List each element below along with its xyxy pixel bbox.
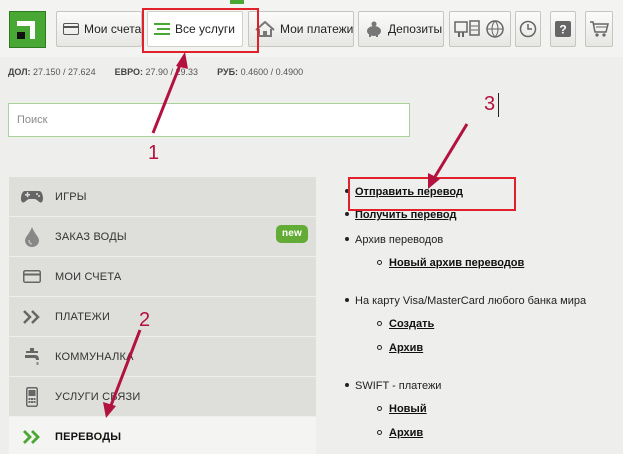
text-cursor <box>498 93 499 117</box>
menu-item-label: ИГРЫ <box>55 190 87 203</box>
active-tab-indicator <box>230 0 244 4</box>
swift-archive-link[interactable]: Архив <box>389 427 423 439</box>
annotation-number-3: 3 <box>484 93 496 115</box>
menu-item-games[interactable]: ИГРЫ <box>9 177 316 216</box>
faucet-icon <box>9 347 55 367</box>
menu-item-label: УСЛУГИ СВЯЗИ <box>55 390 141 403</box>
list-item: Архив <box>377 427 423 439</box>
new-badge: new <box>275 225 308 243</box>
bullet <box>345 383 349 388</box>
new-archive-link[interactable]: Новый архив переводов <box>389 257 524 269</box>
services-icon <box>454 20 504 38</box>
eur-value: 27.90 / 29.33 <box>145 67 199 77</box>
help-icon: ? <box>555 21 571 37</box>
list-item: На карту Visa/MasterCard любого банка ми… <box>345 295 586 307</box>
bullet <box>377 405 382 411</box>
menu-item-transfers[interactable]: ПЕРЕВОДЫ <box>9 417 316 454</box>
annotation-box-send-transfer <box>348 177 516 211</box>
eur-label: ЕВРО: <box>114 67 143 77</box>
usd-value: 27.150 / 27.624 <box>33 67 96 77</box>
card-archive-link[interactable]: Архив <box>389 342 423 354</box>
menu-item-label: ЗАКАЗ ВОДЫ <box>55 230 127 243</box>
services-button[interactable] <box>449 11 511 47</box>
bullet <box>377 320 382 326</box>
search-input[interactable] <box>8 103 410 137</box>
clock-button[interactable] <box>515 11 541 47</box>
logo-icon <box>17 21 35 39</box>
archive-heading: Архив переводов <box>355 234 444 246</box>
card-icon <box>63 23 79 35</box>
piggy-bank-icon <box>365 21 383 37</box>
menu-item-utilities[interactable]: КОММУНАЛКА <box>9 337 316 376</box>
swift-heading: SWIFT - платежи <box>355 380 442 392</box>
rub-label: РУБ: <box>217 67 239 77</box>
bullet <box>377 259 382 265</box>
list-item: SWIFT - платежи <box>345 380 441 392</box>
tab-deposits[interactable]: Депозиты <box>358 11 444 47</box>
list-item: Архив <box>377 342 423 354</box>
bullet <box>377 344 382 350</box>
tab-label: Депозиты <box>388 22 443 36</box>
tab-my-accounts[interactable]: Мои счета <box>56 11 142 47</box>
list-item: Новый архив переводов <box>377 257 524 269</box>
svg-text:?: ? <box>559 23 566 37</box>
menu-item-telecom[interactable]: УСЛУГИ СВЯЗИ <box>9 377 316 416</box>
bullet <box>345 298 349 303</box>
double-chevron-icon <box>9 309 55 325</box>
arrow-3-shaft <box>431 123 469 181</box>
menu-item-label: ПЕРЕВОДЫ <box>55 430 122 443</box>
exchange-rates: ДОЛ: 27.150 / 27.624 ЕВРО: 27.90 / 29.33… <box>8 67 303 77</box>
annotation-box-all-services <box>142 8 259 53</box>
usd-label: ДОЛ: <box>8 67 31 77</box>
tab-my-payments[interactable]: Мои платежи <box>248 11 354 47</box>
phone-icon <box>9 386 55 407</box>
bank-logo[interactable] <box>9 11 46 48</box>
card-transfer-heading: На карту Visa/MasterCard любого банка ми… <box>355 295 587 307</box>
tab-label: Мои счета <box>84 22 142 36</box>
top-toolbar: Мои счета Все услуги Мои платежи Депозит… <box>0 0 623 57</box>
bullet <box>345 212 349 217</box>
list-item: Новый <box>377 403 427 415</box>
gamepad-icon <box>9 190 55 204</box>
cart-button[interactable] <box>585 11 613 47</box>
cart-icon <box>590 21 609 37</box>
menu-item-label: КОММУНАЛКА <box>55 350 134 363</box>
menu-item-water-order[interactable]: ЗАКАЗ ВОДЫ new <box>9 217 316 256</box>
clock-icon <box>519 20 537 38</box>
menu-item-label: МОИ СЧЕТА <box>55 270 122 283</box>
annotation-number-2: 2 <box>139 309 151 331</box>
bullet <box>345 237 349 242</box>
menu-item-my-accounts[interactable]: МОИ СЧЕТА <box>9 257 316 296</box>
card-create-link[interactable]: Создать <box>389 318 434 330</box>
rub-value: 0.4600 / 0.4900 <box>240 67 304 77</box>
list-item: Архив переводов <box>345 234 443 246</box>
card-icon <box>9 270 55 283</box>
services-menu: ИГРЫ ЗАКАЗ ВОДЫ new МОИ СЧЕТА ПЛАТЕЖИ КО… <box>9 177 316 454</box>
bullet <box>377 429 382 435</box>
annotation-number-1: 1 <box>148 142 160 164</box>
help-button[interactable]: ? <box>550 11 576 47</box>
tab-label: Мои платежи <box>280 22 354 36</box>
swift-new-link[interactable]: Новый <box>389 403 427 415</box>
water-drop-icon <box>9 226 55 247</box>
double-chevron-green-icon <box>9 429 55 445</box>
menu-item-label: ПЛАТЕЖИ <box>55 310 111 323</box>
menu-item-payments[interactable]: ПЛАТЕЖИ <box>9 297 316 336</box>
list-item: Создать <box>377 318 434 330</box>
